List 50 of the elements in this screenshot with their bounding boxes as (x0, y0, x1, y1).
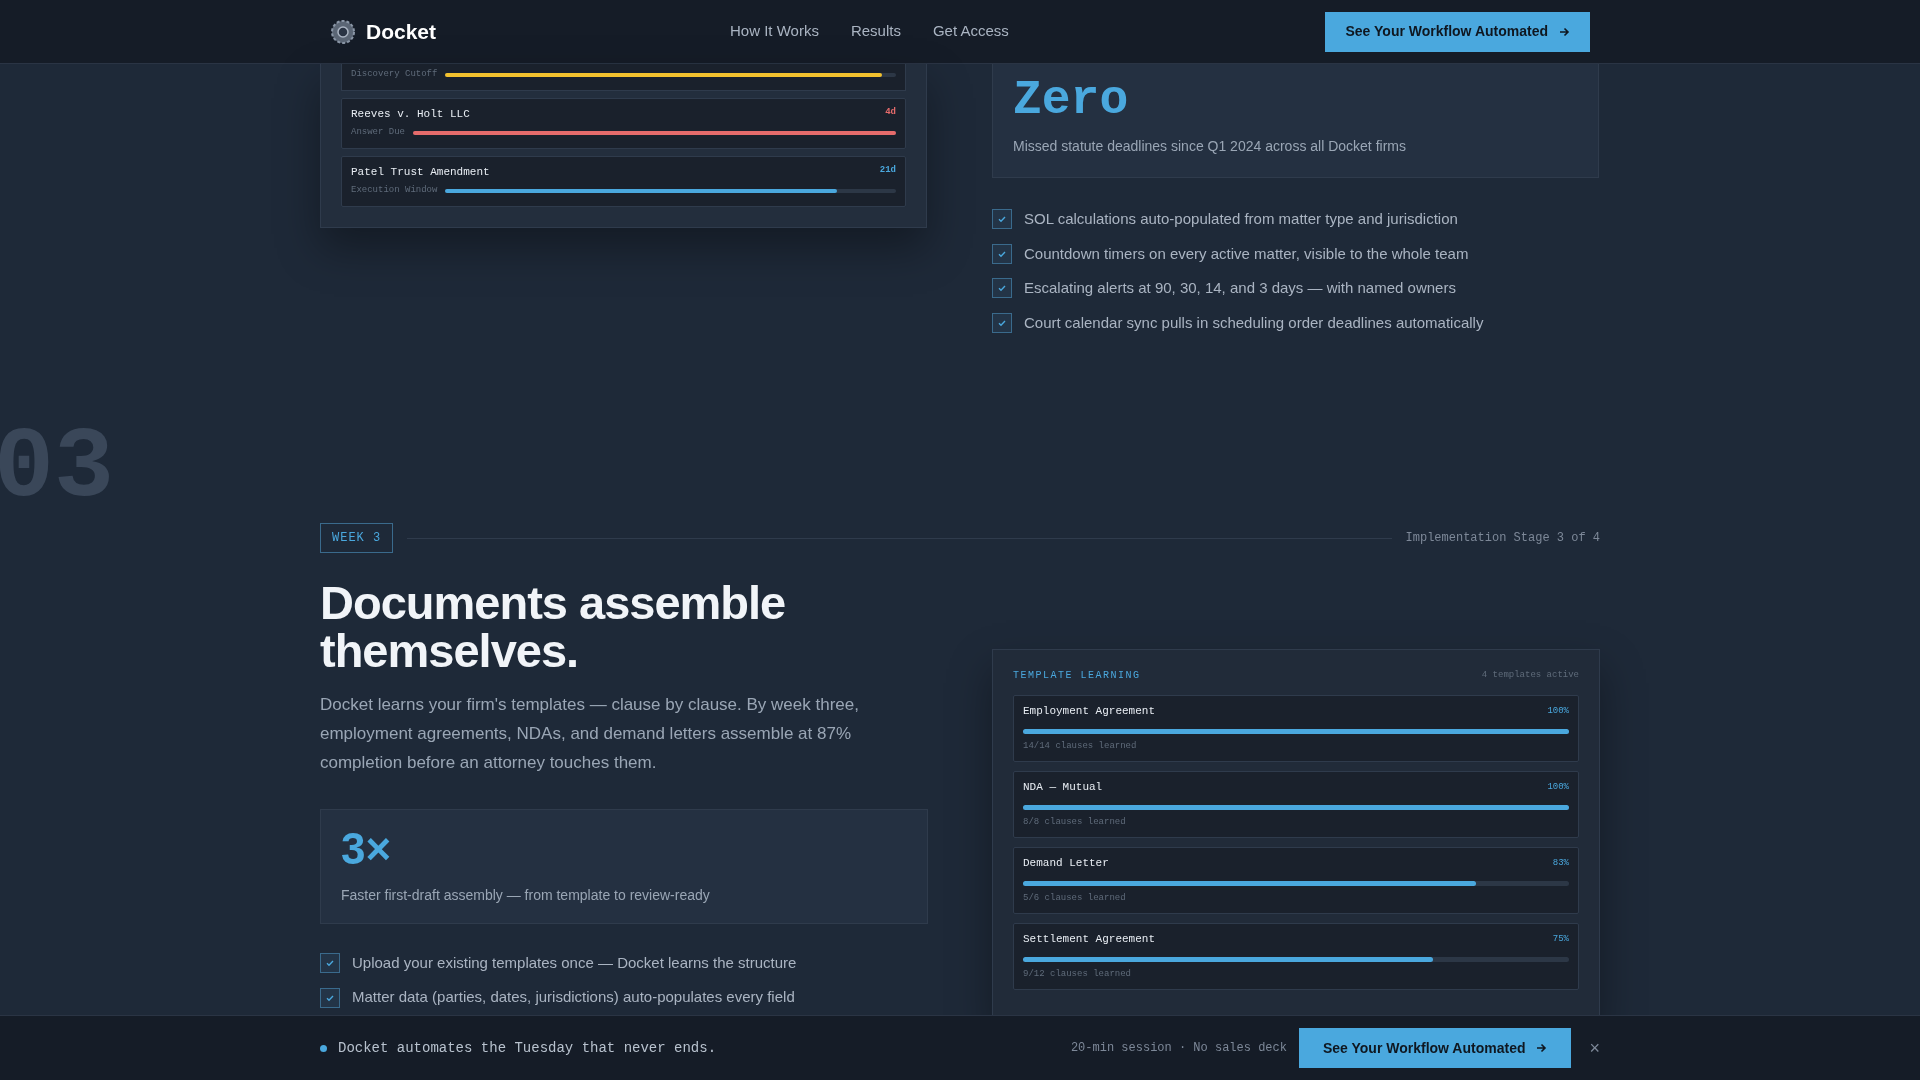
brand-name: Docket (366, 18, 437, 45)
section-heading: Documents assemble themselves. (320, 579, 787, 676)
nav-link[interactable]: Get Access (932, 20, 1009, 43)
cta-button[interactable]: See Your Workflow Automated (1298, 1028, 1572, 1068)
checklist-text: Matter data (parties, dates, jurisdictions) auto-populates every field (352, 987, 795, 1008)
arrow-right-icon (1535, 1042, 1548, 1054)
template-note: 9/12 clauses learned (1023, 967, 1133, 981)
template-name: Demand Letter (1023, 856, 1109, 871)
stage-label: Implementation Stage 3 of 4 (1405, 530, 1600, 547)
checklist-text: Countdown timers on every active matter, visible to the whole team (1024, 243, 1469, 264)
template-percent: 100% (1547, 780, 1569, 794)
stat-value: Zero (1013, 76, 1130, 124)
checklist-text: SOL calculations auto-populated from matter type and jurisdiction (1024, 209, 1458, 229)
check-icon (997, 283, 1007, 294)
template-percent: 75% (1552, 932, 1569, 946)
deadline-label: Discovery Cutoff (351, 68, 438, 81)
template-note: 14/14 clauses learned (1023, 739, 1138, 753)
stat-value: 3× (341, 826, 393, 871)
logo-icon (330, 18, 356, 45)
nav-link[interactable]: How It Works (730, 20, 819, 43)
matter-title: Reeves v. Holt LLC (351, 106, 470, 122)
template-count: 4 templates active (1481, 668, 1579, 682)
matter-title: Patel Trust Amendment (351, 164, 490, 180)
deadline-label: Answer Due (351, 126, 405, 139)
nav-link[interactable]: Results (850, 20, 901, 43)
check-icon (325, 958, 335, 969)
section-body: Docket learns your firm's templates — clause by clause. By week three, employment agreements, NDAs, and demand letters assemble at 87% completion before an attorney touches them. (320, 693, 860, 774)
template-percent: 100% (1547, 704, 1569, 718)
check-icon (997, 214, 1007, 225)
week-badge: WEEK 3 (320, 523, 394, 553)
template-note: 8/8 clauses learned (1023, 815, 1127, 829)
template-note: 5/6 clauses learned (1023, 891, 1127, 905)
template-name: Employment Agreement (1023, 704, 1156, 719)
template-name: Settlement Agreement (1023, 932, 1156, 947)
checklist-text: Escalating alerts at 90, 30, 14, and 3 days — with named owners (1024, 278, 1456, 298)
cta-button[interactable]: See Your Workflow Automated (1325, 11, 1590, 52)
checklist-text: Court calendar sync pulls in scheduling order deadlines automatically (1024, 312, 1484, 333)
stat-caption: Missed statute deadlines since Q1 2024 across all Docket firms (1013, 137, 1407, 156)
checklist-text: Upload your existing templates once — Docket learns the structure (352, 952, 797, 973)
arrow-right-icon (1558, 25, 1570, 38)
days-left: 21d (879, 163, 896, 177)
card-title: TEMPLATE LEARNING (1013, 669, 1141, 683)
template-name: NDA — Mutual (1023, 780, 1103, 795)
close-button[interactable]: × (1589, 1039, 1600, 1057)
deadline-label: Execution Window (351, 184, 438, 197)
template-percent: 83% (1552, 856, 1569, 870)
tagline: Docket automates the Tuesday that never ends. (338, 1038, 718, 1058)
session-info: 20-min session · No sales deck (1070, 1040, 1287, 1057)
days-left: 4d (885, 105, 896, 119)
stat-caption: Faster first-draft assembly — from template to review-ready (341, 885, 711, 905)
